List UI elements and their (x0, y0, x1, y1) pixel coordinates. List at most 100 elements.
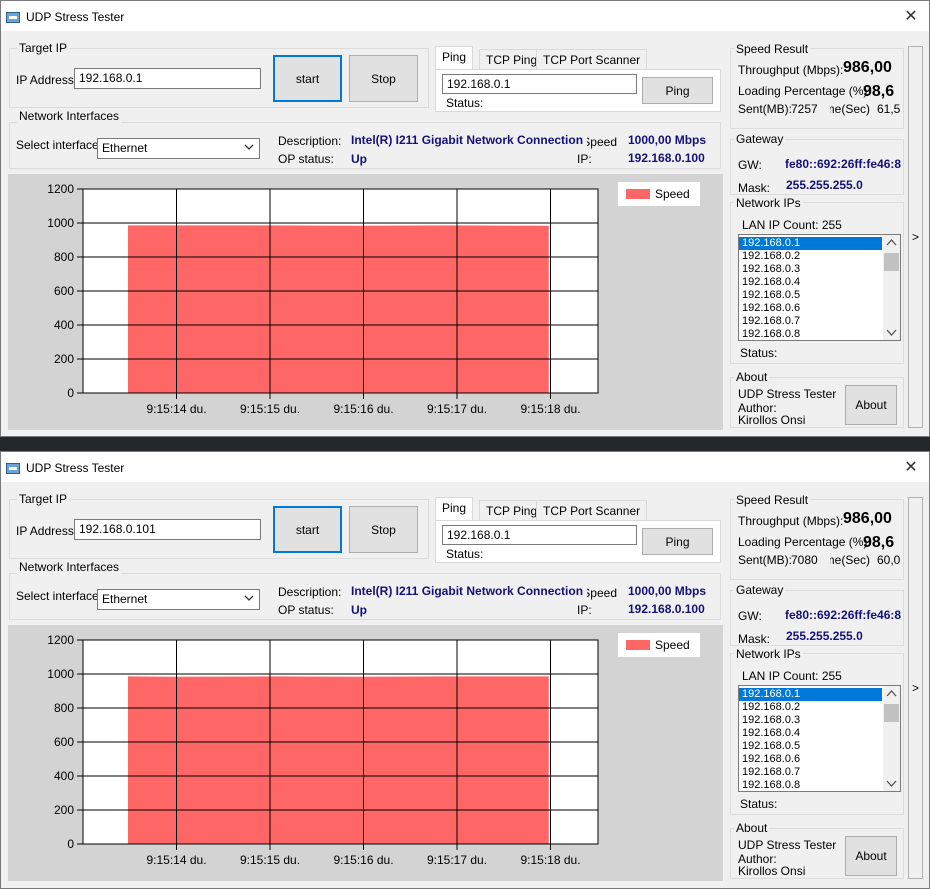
x-tick-label: 9:15:18 du. (520, 853, 580, 867)
window-title: UDP Stress Tester (26, 10, 125, 24)
y-tick-label: 1200 (47, 633, 74, 647)
speed-label: Speed: (587, 586, 617, 600)
lan-ip-count-label: LAN IP Count: 255 (742, 218, 842, 232)
scroll-down-icon[interactable] (886, 329, 897, 337)
sent-label: Sent(MB): (738, 553, 793, 567)
select-interface-label: Select interface (16, 138, 99, 152)
listbox-scroll-thumb[interactable] (884, 704, 899, 722)
about-author-name: Kirollos Onsi (738, 864, 806, 878)
x-tick-label: 9:15:16 du. (333, 853, 393, 867)
speed-series-area (128, 676, 549, 844)
y-tick-label: 600 (54, 735, 74, 749)
stop-button[interactable]: Stop (349, 55, 418, 102)
expand-chevron-icon[interactable]: > (912, 681, 919, 695)
speed-value: 1000,00 Mbps (628, 133, 707, 147)
tab-tcp-port-scanner[interactable]: TCP Port Scanner (536, 500, 648, 522)
speed-series-area (128, 225, 549, 393)
listbox-scrollbar[interactable] (883, 686, 900, 791)
expand-panel-scrollbar[interactable]: > (908, 497, 923, 879)
tab-tcp-ping[interactable]: TCP Ping (479, 500, 545, 522)
target-ip-input[interactable]: 192.168.0.1 (74, 68, 261, 89)
y-tick-label: 1200 (47, 182, 74, 196)
speed-chart-area: 0 200 400 600 800 1000 1200 9:15:14 du. 9:15:15 … (8, 174, 723, 430)
title-bar[interactable]: UDP Stress Tester ✕ (1, 452, 929, 482)
interface-select[interactable]: Ethernet (97, 589, 260, 610)
about-button[interactable]: About (845, 836, 897, 876)
y-tick-label: 800 (54, 701, 74, 715)
expand-chevron-icon[interactable]: > (912, 230, 919, 244)
y-tick-label: 200 (54, 352, 74, 366)
start-button[interactable]: start (273, 506, 342, 553)
interface-ip-value: 192.168.0.100 (628, 602, 705, 616)
ip-list-item[interactable]: 192.168.0.8 (739, 779, 900, 791)
ip-list-item[interactable]: 192.168.0.2 (739, 701, 900, 714)
ip-list-item[interactable]: 192.168.0.6 (739, 302, 900, 315)
listbox-scrollbar[interactable] (883, 235, 900, 340)
start-button[interactable]: start (273, 55, 342, 102)
ip-list-item[interactable]: 192.168.0.8 (739, 328, 900, 340)
tab-ping[interactable]: Ping (435, 497, 474, 522)
x-tick-label: 9:15:15 du. (240, 853, 300, 867)
interface-select-value: Ethernet (102, 592, 148, 606)
ip-list-item[interactable]: 192.168.0.3 (739, 263, 900, 276)
ip-list-item[interactable]: 192.168.0.4 (739, 727, 900, 740)
network-ips-status-label: Status: (740, 797, 778, 811)
listbox-scroll-thumb[interactable] (884, 253, 899, 271)
ip-list-item[interactable]: 192.168.0.7 (739, 315, 900, 328)
ping-ip-input[interactable]: 192.168.0.1 (442, 74, 637, 94)
ip-listbox[interactable]: 192.168.0.1 192.168.0.2 192.168.0.3 192.168… (738, 685, 901, 792)
y-tick-label: 0 (67, 386, 74, 400)
ping-button[interactable]: Ping (642, 77, 713, 104)
throughput-label: Throughput (Mbps): (738, 514, 844, 528)
ip-list-item[interactable]: 192.168.0.5 (739, 740, 900, 753)
target-ip-group-label: Target IP (17, 492, 70, 506)
stop-button[interactable]: Stop (349, 506, 418, 553)
ip-list-item[interactable]: 192.168.0.1 (739, 237, 882, 250)
ping-button[interactable]: Ping (642, 528, 713, 555)
throughput-value: 986,00 (843, 59, 892, 76)
ip-list-item[interactable]: 192.168.0.6 (739, 753, 900, 766)
about-button[interactable]: About (845, 385, 897, 425)
target-ip-input[interactable]: 192.168.0.101 (74, 519, 261, 540)
description-label: Description: (278, 585, 342, 599)
throughput-label: Throughput (Mbps): (738, 63, 844, 77)
ip-listbox[interactable]: 192.168.0.1 192.168.0.2 192.168.0.3 192.168… (738, 234, 901, 341)
scroll-down-icon[interactable] (886, 780, 897, 788)
scroll-up-icon[interactable] (886, 689, 897, 697)
ip-list-item[interactable]: 192.168.0.2 (739, 250, 900, 263)
title-bar[interactable]: UDP Stress Tester ✕ (1, 1, 929, 31)
about-group-label: About (734, 821, 770, 835)
scroll-up-icon[interactable] (886, 238, 897, 246)
interface-select[interactable]: Ethernet (97, 138, 260, 159)
tab-ping[interactable]: Ping (435, 46, 474, 71)
x-tick-label: 9:15:14 du. (146, 853, 206, 867)
interface-ip-label: IP: (577, 603, 592, 617)
close-icon[interactable]: ✕ (902, 6, 920, 26)
y-tick-label: 1000 (47, 216, 74, 230)
network-ips-group-label: Network IPs (734, 647, 803, 661)
legend-label: Speed (655, 638, 690, 652)
ping-ip-input[interactable]: 192.168.0.1 (442, 525, 637, 545)
close-icon[interactable]: ✕ (902, 457, 920, 477)
y-tick-label: 400 (54, 769, 74, 783)
loading-percentage-label: Loading Percentage (%): (738, 84, 871, 98)
ip-list-item[interactable]: 192.168.0.5 (739, 289, 900, 302)
ip-list-item[interactable]: 192.168.0.3 (739, 714, 900, 727)
tab-tcp-ping[interactable]: TCP Ping (479, 49, 545, 71)
ip-list-item[interactable]: 192.168.0.7 (739, 766, 900, 779)
ping-status-label: Status: (446, 96, 484, 110)
network-interfaces-group-label: Network Interfaces (17, 109, 122, 123)
ip-list-item[interactable]: 192.168.0.4 (739, 276, 900, 289)
app-icon (6, 463, 20, 474)
ip-list-item[interactable]: 192.168.0.1 (739, 688, 882, 701)
op-status-value: Up (351, 603, 367, 617)
description-value: Intel(R) I211 Gigabit Network Connection (351, 133, 584, 147)
mask-label: Mask: (738, 632, 771, 646)
time-label: Time(Sec): (830, 553, 870, 567)
y-tick-label: 800 (54, 250, 74, 264)
expand-panel-scrollbar[interactable]: > (908, 46, 923, 428)
x-tick-label: 9:15:15 du. (240, 402, 300, 416)
speed-value: 1000,00 Mbps (628, 584, 707, 598)
tab-tcp-port-scanner[interactable]: TCP Port Scanner (536, 49, 648, 71)
ip-address-label: IP Address (16, 524, 74, 538)
